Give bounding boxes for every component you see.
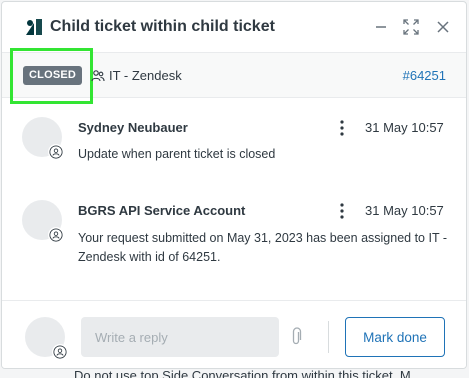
footer-divider	[328, 321, 329, 353]
kebab-menu-icon	[340, 203, 344, 219]
status-highlight-box	[10, 48, 93, 104]
zendesk-logo-icon	[26, 19, 42, 35]
group-icon	[91, 70, 105, 82]
comment-timestamp: 31 May 10:57	[365, 120, 444, 135]
comment-body: Your request submitted on May 31, 2023 h…	[78, 231, 447, 264]
comment-author: BGRS API Service Account	[78, 203, 246, 218]
comment-item: BGRS API Service Account 31 May 10:57 Yo…	[2, 180, 466, 280]
ticket-meta-bar: CLOSED IT - Zendesk #64251	[2, 48, 466, 104]
minimize-button[interactable]	[370, 16, 392, 38]
comment-author: Sydney Neubauer	[78, 120, 188, 135]
close-button[interactable]	[432, 16, 454, 38]
reply-input[interactable]	[81, 317, 279, 357]
comment-body: Update when parent ticket is closed	[78, 147, 276, 161]
ticket-number-link[interactable]: #64251	[403, 68, 446, 83]
expand-button[interactable]	[400, 16, 422, 38]
expand-icon	[403, 19, 419, 35]
side-conversation-panel: Child ticket within child ticket CLOSED	[1, 1, 467, 369]
user-badge-icon	[48, 144, 64, 160]
mark-done-button[interactable]: Mark done	[345, 317, 445, 357]
user-badge-icon	[48, 227, 64, 243]
panel-header: Child ticket within child ticket	[2, 2, 466, 52]
panel-title: Child ticket within child ticket	[50, 18, 275, 35]
reply-footer: Mark done	[2, 300, 466, 368]
assigned-group: IT - Zendesk	[109, 68, 182, 83]
comment-menu-button[interactable]	[335, 118, 349, 138]
minimize-icon	[376, 26, 386, 28]
background-text: Do not use top Side Conversation from wi…	[74, 368, 411, 378]
kebab-menu-icon	[340, 120, 344, 136]
comment-item: Sydney Neubauer 31 May 10:57 Update when…	[2, 98, 466, 178]
paperclip-icon[interactable]	[289, 327, 303, 347]
user-badge-icon	[52, 344, 68, 360]
comment-timestamp: 31 May 10:57	[365, 203, 444, 218]
close-icon	[437, 21, 449, 33]
comment-menu-button[interactable]	[335, 201, 349, 221]
